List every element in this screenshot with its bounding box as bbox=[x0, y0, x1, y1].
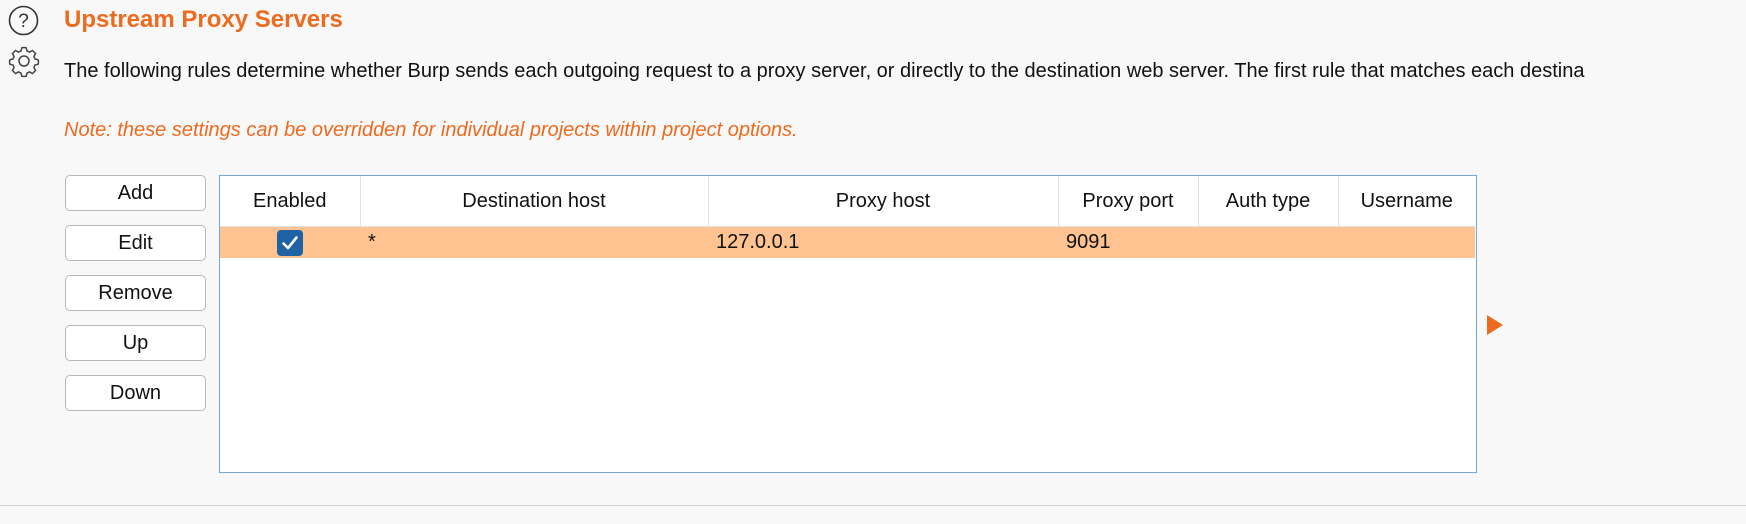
username-cell bbox=[1338, 226, 1475, 258]
enabled-checkbox[interactable] bbox=[277, 229, 303, 256]
help-icon[interactable]: ? bbox=[8, 5, 39, 36]
proxy-host-cell: 127.0.0.1 bbox=[708, 226, 1058, 258]
column-header-username[interactable]: Username bbox=[1338, 176, 1475, 227]
table-row[interactable]: * 127.0.0.1 9091 bbox=[220, 226, 1475, 258]
checkmark-icon bbox=[282, 235, 298, 249]
svg-text:?: ? bbox=[18, 11, 29, 32]
gear-icon[interactable] bbox=[7, 44, 41, 78]
section-title: Upstream Proxy Servers bbox=[64, 6, 343, 33]
section-description: The following rules determine whether Bu… bbox=[64, 60, 1585, 82]
column-header-enabled[interactable]: Enabled bbox=[220, 176, 361, 227]
down-button[interactable]: Down bbox=[65, 375, 206, 411]
upstream-proxy-table[interactable]: Enabled Destination host Proxy host Prox… bbox=[219, 175, 1477, 473]
remove-button[interactable]: Remove bbox=[65, 275, 206, 311]
arrow-right-icon[interactable] bbox=[1487, 315, 1503, 335]
proxy-port-cell: 9091 bbox=[1058, 226, 1198, 258]
auth-type-cell bbox=[1198, 226, 1338, 258]
up-button[interactable]: Up bbox=[65, 325, 206, 361]
column-header-auth-type[interactable]: Auth type bbox=[1198, 176, 1339, 227]
destination-host-cell: * bbox=[360, 226, 708, 258]
column-header-proxy-host[interactable]: Proxy host bbox=[708, 176, 1059, 227]
section-divider bbox=[0, 505, 1746, 506]
section-note: Note: these settings can be overridden f… bbox=[64, 119, 798, 141]
table-header-row: Enabled Destination host Proxy host Prox… bbox=[220, 176, 1475, 227]
enabled-cell[interactable] bbox=[220, 226, 360, 258]
add-button[interactable]: Add bbox=[65, 175, 206, 211]
edit-button[interactable]: Edit bbox=[65, 225, 206, 261]
column-header-destination-host[interactable]: Destination host bbox=[360, 176, 709, 227]
column-header-proxy-port[interactable]: Proxy port bbox=[1058, 176, 1199, 227]
